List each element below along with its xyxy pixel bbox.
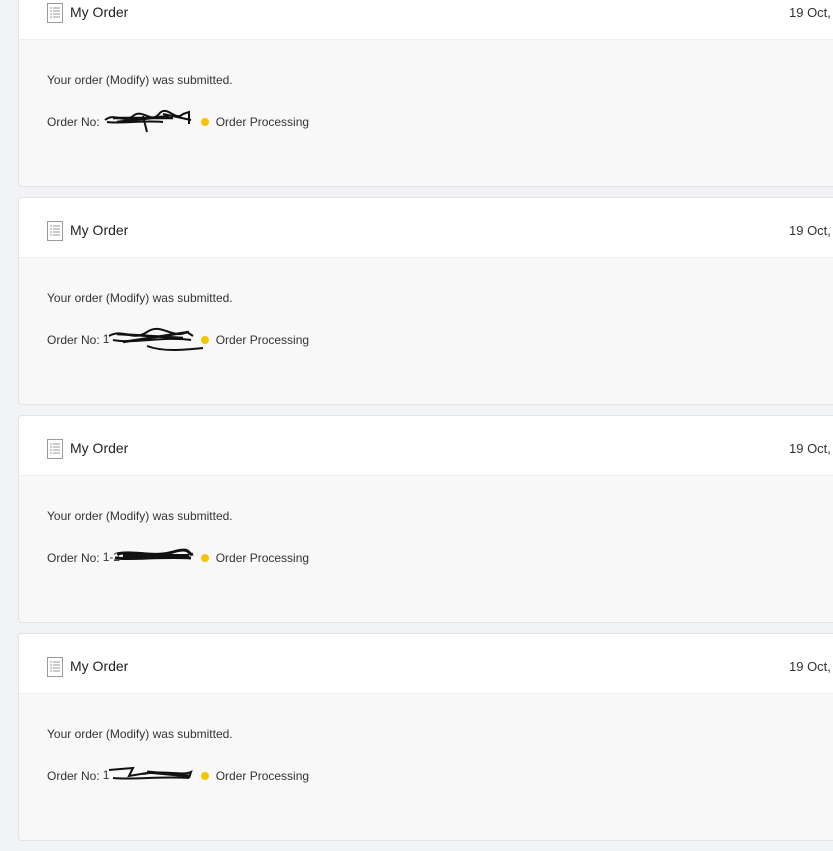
order-status: Order Processing	[215, 115, 310, 129]
order-no-label: Order No:	[47, 551, 100, 565]
status-dot-icon	[200, 772, 209, 780]
order-status: Order Processing	[215, 333, 310, 347]
card-header: My Order 19 Oct, 2	[19, 0, 833, 40]
card-title: My Order	[70, 222, 129, 238]
order-no-value	[103, 109, 195, 133]
document-list-icon	[47, 439, 63, 459]
order-line: Order No: Order Processing	[47, 109, 310, 133]
redaction-scribble-icon	[114, 548, 194, 561]
redaction-scribble-icon	[108, 327, 203, 351]
order-notification-card[interactable]: My Order 19 Oct, 2 Your order (Modify) w…	[18, 415, 833, 623]
order-notification-card[interactable]: My Order 19 Oct, 2 Your order (Modify) w…	[18, 197, 833, 405]
document-list-icon	[47, 3, 63, 23]
card-date: 19 Oct, 2	[789, 659, 833, 674]
card-header: My Order 19 Oct, 2	[19, 198, 833, 258]
card-header: My Order 19 Oct, 2	[19, 634, 833, 694]
order-status: Order Processing	[215, 551, 310, 565]
order-no-value: 1	[103, 766, 195, 784]
order-no-label: Order No:	[47, 769, 100, 783]
order-no-label: Order No:	[47, 115, 100, 129]
order-line: Order No: 1-2 Order Processing	[47, 548, 310, 566]
status-dot-icon	[200, 554, 209, 562]
card-date: 19 Oct, 2	[789, 5, 833, 20]
order-message: Your order (Modify) was submitted.	[47, 509, 233, 523]
order-status: Order Processing	[215, 769, 310, 783]
card-date: 19 Oct, 2	[789, 441, 833, 456]
order-message: Your order (Modify) was submitted.	[47, 291, 233, 305]
redaction-scribble-icon	[108, 766, 193, 780]
order-no-label: Order No:	[47, 333, 100, 347]
card-title: My Order	[70, 440, 129, 456]
order-no-value: 1-2	[103, 548, 195, 566]
order-line: Order No: 1 Order Processing	[47, 327, 310, 351]
card-title: My Order	[70, 658, 129, 674]
order-notification-feed: My Order 19 Oct, 2 Your order (Modify) w…	[18, 0, 833, 851]
card-title: My Order	[70, 4, 129, 20]
card-date: 19 Oct, 2	[789, 223, 833, 238]
order-notification-card[interactable]: My Order 19 Oct, 2 Your order (Modify) w…	[18, 0, 833, 187]
status-dot-icon	[200, 118, 209, 126]
redaction-scribble-icon	[104, 109, 191, 133]
order-message: Your order (Modify) was submitted.	[47, 73, 233, 87]
document-list-icon	[47, 657, 63, 677]
order-message: Your order (Modify) was submitted.	[47, 727, 233, 741]
card-header: My Order 19 Oct, 2	[19, 416, 833, 476]
order-no-value: 1	[103, 327, 203, 351]
order-notification-card[interactable]: My Order 19 Oct, 2 Your order (Modify) w…	[18, 633, 833, 841]
document-list-icon	[47, 221, 63, 241]
order-line: Order No: 1 Order Processing	[47, 766, 310, 784]
